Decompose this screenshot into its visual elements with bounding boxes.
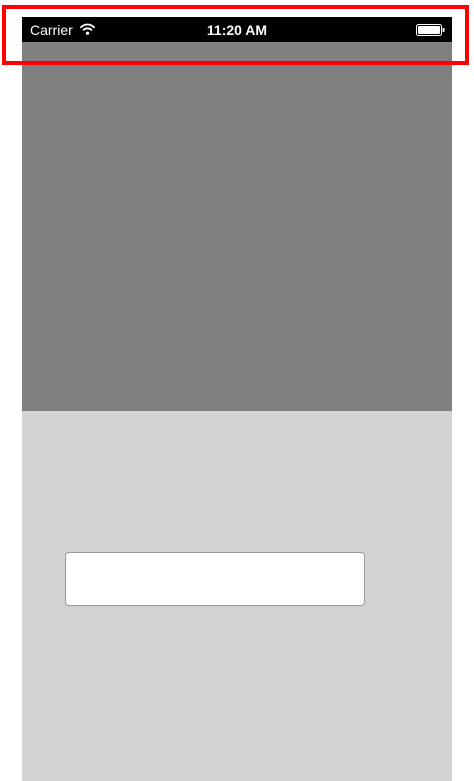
screenshot-canvas: Carrier 11:20 AM bbox=[0, 0, 474, 781]
phone-screen: Carrier 11:20 AM bbox=[22, 17, 452, 781]
status-time: 11:20 AM bbox=[206, 22, 268, 38]
status-bar: Carrier 11:20 AM bbox=[22, 17, 452, 42]
text-input-field[interactable] bbox=[65, 552, 365, 606]
battery-icon bbox=[416, 24, 445, 36]
top-gray-panel bbox=[22, 42, 452, 411]
